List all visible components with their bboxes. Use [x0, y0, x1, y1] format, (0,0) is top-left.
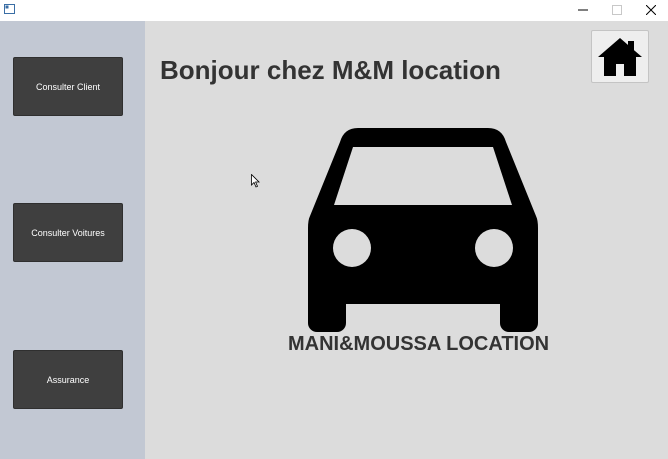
assurance-button[interactable]: Assurance — [13, 350, 123, 409]
cursor-icon — [251, 174, 260, 188]
close-button[interactable] — [634, 0, 668, 20]
app-window-icon — [4, 4, 15, 14]
main-panel: Bonjour chez M&M location MANI&MOUSSA LO… — [145, 21, 668, 459]
maximize-button[interactable] — [600, 0, 634, 20]
app-window: Consulter Client Consulter Voitures Assu… — [0, 0, 668, 459]
consulter-voitures-label: Consulter Voitures — [31, 227, 105, 238]
close-icon — [646, 5, 656, 15]
assurance-label: Assurance — [46, 374, 90, 385]
minimize-button[interactable] — [566, 0, 600, 20]
sidebar: Consulter Client Consulter Voitures Assu… — [0, 21, 145, 459]
maximize-icon — [612, 5, 622, 15]
consulter-client-button[interactable]: Consulter Client — [13, 57, 123, 116]
page-title: Bonjour chez M&M location — [160, 55, 501, 85]
consulter-voitures-button[interactable]: Consulter Voitures — [13, 203, 123, 262]
consulter-client-label: Consulter Client — [35, 81, 101, 92]
title-bar[interactable] — [0, 0, 668, 21]
home-icon — [598, 37, 642, 76]
home-button[interactable] — [591, 30, 649, 83]
car-icon — [308, 128, 538, 332]
minimize-icon — [578, 9, 588, 11]
brand-name: MANI&MOUSSA LOCATION — [288, 333, 550, 355]
